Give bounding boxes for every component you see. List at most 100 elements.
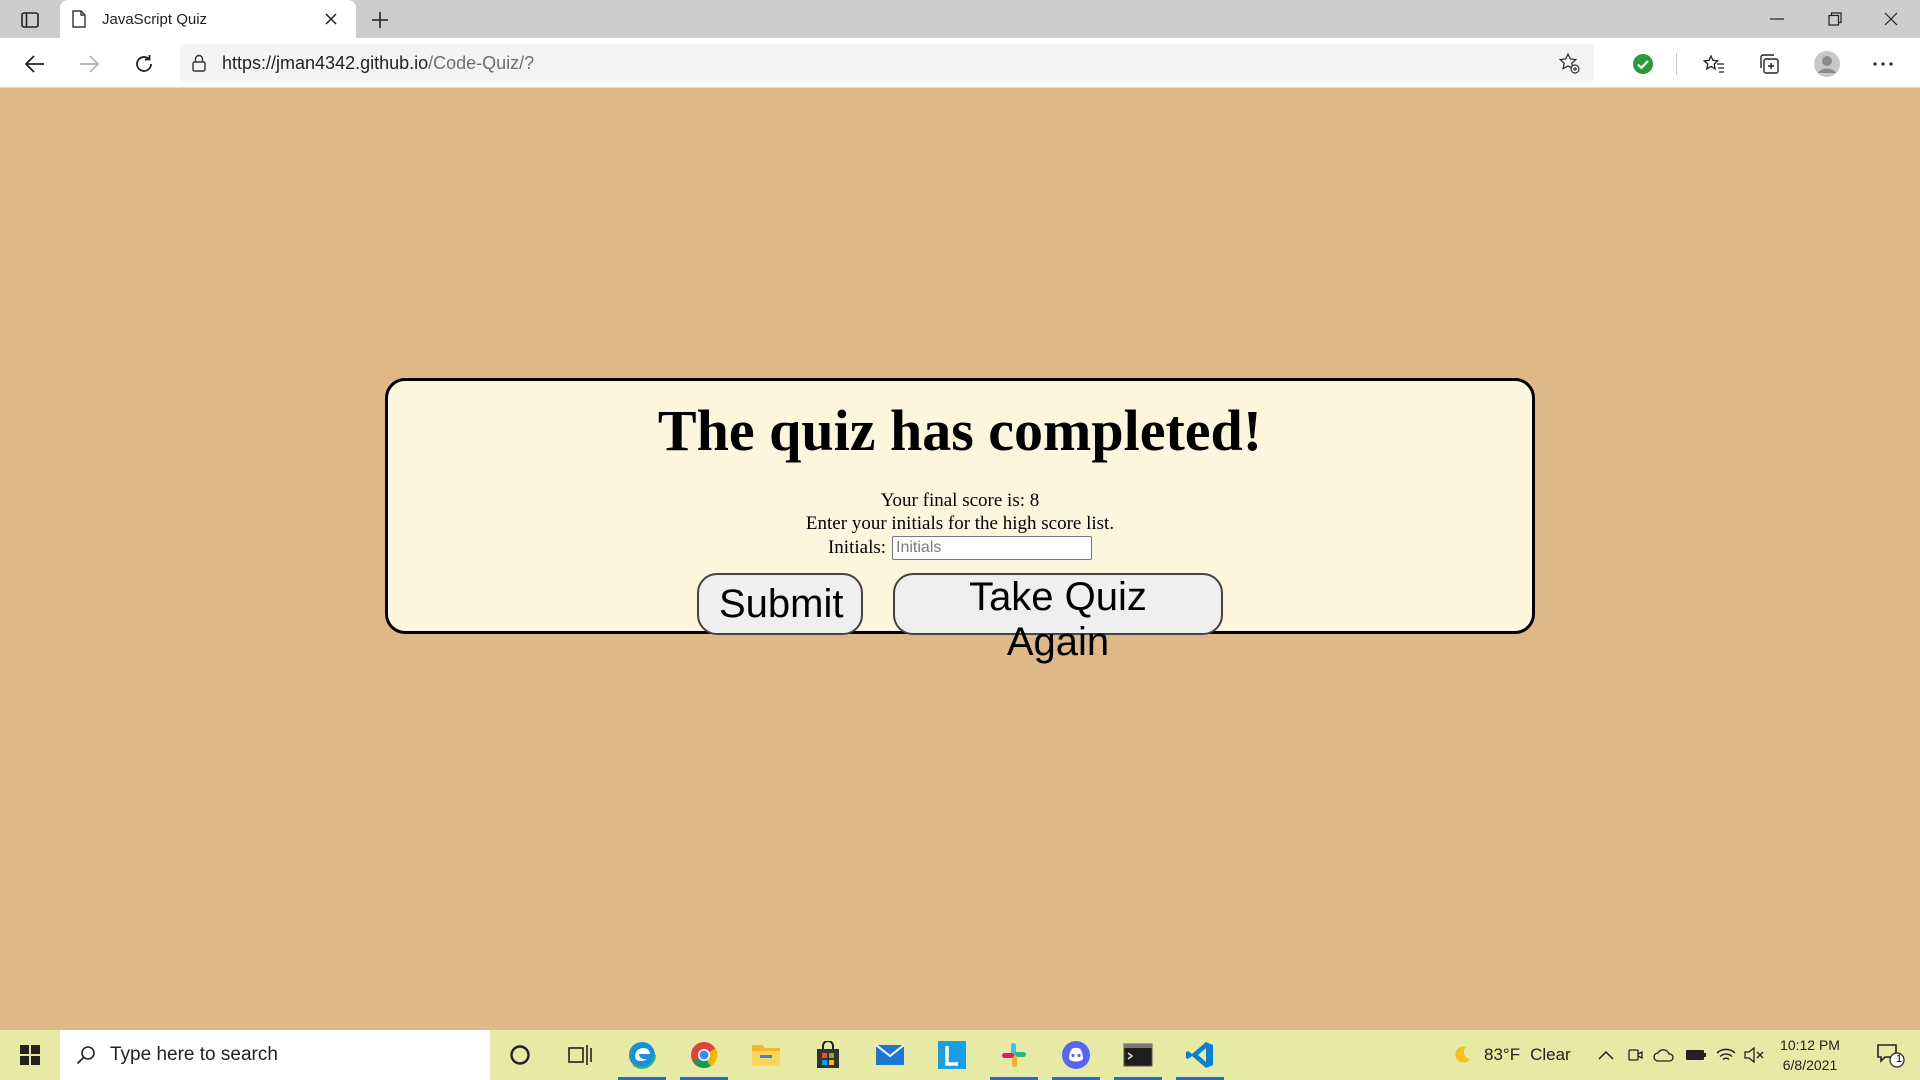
letter-l-app-icon (938, 1041, 966, 1069)
initials-input[interactable] (892, 536, 1093, 560)
browser-tab[interactable]: JavaScript Quiz (60, 0, 356, 38)
more-icon (1873, 62, 1893, 66)
show-hidden-icons-button[interactable] (1596, 1030, 1616, 1080)
back-button[interactable] (18, 47, 52, 81)
favorites-icon (1703, 54, 1724, 73)
add-favorite-button[interactable] (1556, 50, 1582, 76)
mail-button[interactable] (860, 1030, 920, 1080)
tab-actions-button[interactable] (14, 7, 46, 33)
wifi-icon (1716, 1048, 1736, 1061)
onedrive-button[interactable] (1652, 1030, 1676, 1080)
forward-icon (80, 55, 99, 73)
chevron-up-icon (1598, 1050, 1614, 1060)
quiz-complete-card: The quiz has completed! Your final score… (385, 378, 1535, 664)
address-bar[interactable]: https://jman4342.github.io/Code-Quiz/? (180, 44, 1594, 82)
refresh-icon (136, 55, 152, 72)
final-score-text: Your final score is: 8 (880, 490, 1040, 511)
restore-button[interactable] (1806, 0, 1864, 38)
battery-button[interactable] (1684, 1030, 1708, 1080)
taskbar-clock[interactable]: 10:12 PM 6/8/2021 (1774, 1035, 1846, 1075)
restore-icon (1828, 12, 1842, 26)
network-button[interactable] (1714, 1030, 1738, 1080)
minimize-button[interactable] (1748, 0, 1806, 38)
tab-close-button[interactable] (318, 6, 344, 32)
chrome-taskbar-button[interactable] (674, 1030, 734, 1080)
take-quiz-again-button[interactable]: Take Quiz Again (893, 573, 1223, 664)
submit-button[interactable]: Submit (697, 573, 863, 635)
task-view-icon (568, 1045, 592, 1065)
search-icon (76, 1046, 95, 1065)
slack-taskbar-button[interactable] (984, 1030, 1044, 1080)
edge-icon (628, 1041, 656, 1069)
slack-icon (1002, 1043, 1026, 1067)
extension-button[interactable] (1626, 47, 1660, 81)
vscode-taskbar-button[interactable] (1170, 1030, 1230, 1080)
terminal-icon (1123, 1043, 1153, 1067)
more-button[interactable] (1866, 47, 1900, 81)
page-icon (72, 10, 86, 28)
profile-button[interactable] (1810, 47, 1844, 81)
cloud-icon (1653, 1049, 1674, 1062)
volume-muted-icon (1744, 1047, 1764, 1063)
weather-widget[interactable]: 83°F Clear (1452, 1030, 1571, 1080)
file-explorer-button[interactable] (736, 1030, 796, 1080)
vscode-icon (1186, 1042, 1213, 1068)
discord-icon (1062, 1041, 1090, 1069)
profile-icon (1814, 51, 1840, 77)
weather-temp: 83°F (1484, 1045, 1521, 1064)
clock-date: 6/8/2021 (1782, 1057, 1838, 1073)
notification-center-button[interactable]: 1 (1862, 1030, 1920, 1080)
minimize-icon (1770, 18, 1784, 20)
close-icon (325, 13, 337, 25)
discord-taskbar-button[interactable] (1046, 1030, 1106, 1080)
start-button[interactable] (0, 1030, 60, 1080)
collections-button[interactable] (1752, 47, 1786, 81)
back-icon (25, 55, 44, 73)
taskbar: Type here to search 83°F Clear 10:12 PM … (0, 1030, 1920, 1080)
extension-check-icon (1633, 54, 1653, 74)
tab-title: JavaScript Quiz (102, 10, 208, 28)
lock-icon (192, 54, 206, 72)
mail-icon (875, 1044, 905, 1065)
search-placeholder: Type here to search (110, 1044, 278, 1065)
notification-count: 1 (1895, 1053, 1903, 1065)
initials-row: Initials: (388, 535, 1532, 561)
moon-icon (1455, 1046, 1470, 1063)
cortana-button[interactable] (490, 1030, 550, 1080)
url-text: https://jman4342.github.io/Code-Quiz/? (222, 53, 534, 74)
url-host: https://jman4342.github.io (222, 52, 429, 73)
close-icon (1884, 12, 1898, 26)
tab-strip: JavaScript Quiz (0, 0, 1920, 38)
add-favorite-icon (1558, 52, 1580, 74)
favorites-button[interactable] (1697, 47, 1731, 81)
forward-button[interactable] (72, 47, 106, 81)
chrome-icon (691, 1042, 718, 1069)
page-content: The quiz has completed! Your final score… (0, 88, 1920, 1030)
taskbar-search-box[interactable]: Type here to search (60, 1030, 490, 1080)
store-button[interactable] (798, 1030, 858, 1080)
clock-time: 10:12 PM (1780, 1037, 1840, 1053)
new-tab-button[interactable] (366, 6, 394, 34)
cortana-icon (510, 1045, 530, 1065)
tab-actions-icon (21, 12, 39, 28)
volume-button[interactable] (1742, 1030, 1766, 1080)
initials-label: Initials: (827, 537, 887, 558)
terminal-taskbar-button[interactable] (1108, 1030, 1168, 1080)
close-window-button[interactable] (1862, 0, 1920, 38)
button-row: Submit Take Quiz Again (388, 573, 1532, 664)
url-path: /Code-Quiz/? (428, 52, 535, 73)
app-l-button[interactable] (922, 1030, 982, 1080)
collections-icon (1760, 54, 1779, 74)
camera-icon (1628, 1049, 1643, 1061)
browser-toolbar: https://jman4342.github.io/Code-Quiz/? (0, 38, 1920, 88)
toolbar-divider (1676, 53, 1677, 75)
edge-taskbar-button[interactable] (612, 1030, 672, 1080)
windows-logo-icon (20, 1045, 40, 1065)
refresh-button[interactable] (127, 47, 161, 81)
task-view-button[interactable] (550, 1030, 610, 1080)
battery-icon (1686, 1050, 1706, 1060)
initials-prompt-text: Enter your initials for the high score l… (805, 513, 1115, 534)
quiz-heading: The quiz has completed! (657, 398, 1263, 463)
meet-now-button[interactable] (1624, 1030, 1646, 1080)
weather-condition: Clear (1530, 1045, 1571, 1064)
